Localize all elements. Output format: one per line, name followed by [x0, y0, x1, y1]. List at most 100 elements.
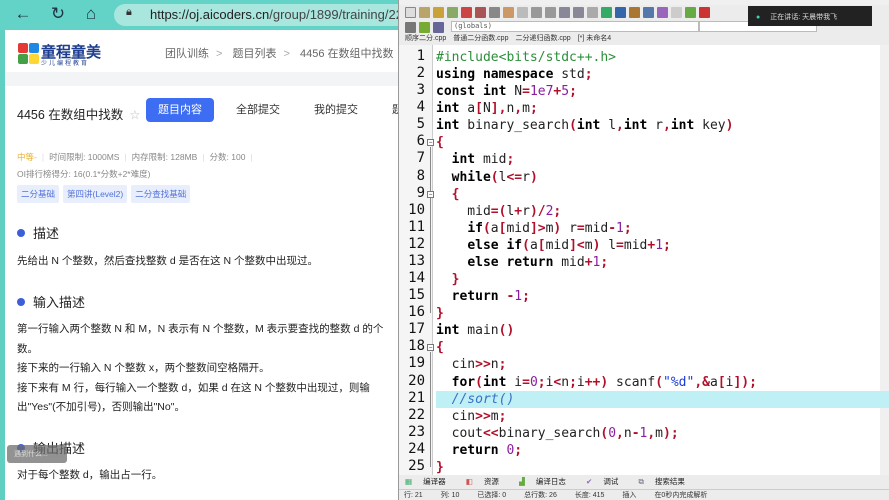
- tab-search-results[interactable]: ⧉ 搜索结果: [638, 477, 693, 486]
- new-file-icon[interactable]: [405, 6, 416, 18]
- scope-select[interactable]: (globals): [451, 21, 699, 32]
- indent-icon[interactable]: [559, 6, 570, 18]
- home-icon[interactable]: ⌂: [80, 4, 102, 24]
- code-token: ]);: [733, 374, 757, 390]
- forward-icon[interactable]: [419, 21, 430, 33]
- floating-help-button[interactable]: 遇到什么...: [7, 445, 67, 463]
- code-line[interactable]: {: [436, 339, 444, 356]
- code-token: //sort(): [451, 391, 515, 407]
- code-token: (: [569, 118, 577, 134]
- tab-resources[interactable]: ◧ 资源: [466, 477, 508, 486]
- line-number: 15: [408, 287, 425, 304]
- code-line[interactable]: int main(): [436, 322, 514, 339]
- code-token: }: [451, 272, 460, 288]
- file-tab-active[interactable]: [*] 未命名4: [578, 35, 611, 42]
- code-line[interactable]: return -1;: [436, 288, 530, 305]
- code-token: +: [514, 203, 523, 219]
- debug-icon[interactable]: [699, 6, 710, 18]
- tab-compile-log[interactable]: ▟ 编译日志: [519, 477, 575, 486]
- unindent-icon[interactable]: [573, 6, 584, 18]
- fold-toggle-icon[interactable]: −: [427, 190, 434, 198]
- stop-icon[interactable]: [671, 6, 682, 18]
- url-path: /group/1899/training/22241/p: [269, 7, 414, 22]
- scrollbar[interactable]: [880, 45, 889, 475]
- code-editor[interactable]: 1 #include<bits/stdc++.h> 2 using namespace…: [399, 45, 889, 475]
- star-icon[interactable]: ☆: [129, 108, 140, 122]
- code-line[interactable]: return 0;: [436, 442, 522, 459]
- close-all-icon[interactable]: [475, 6, 486, 18]
- code-line[interactable]: //sort(): [436, 390, 889, 408]
- code-line[interactable]: #include<bits/stdc++.h>: [436, 49, 616, 66]
- code-line[interactable]: int mid;: [436, 151, 515, 168]
- code-line[interactable]: else return mid+1;: [436, 254, 608, 271]
- fold-guide: [430, 352, 431, 467]
- tab-debug[interactable]: ✔ 调试: [586, 477, 627, 486]
- tab-problem-content[interactable]: 题目内容: [146, 98, 214, 122]
- tag[interactable]: 第四讲(Level2): [63, 185, 128, 203]
- rebuild-icon[interactable]: [643, 6, 654, 18]
- status-total-lines: 总行数: 26: [524, 492, 557, 499]
- check-icon[interactable]: [657, 6, 668, 18]
- find-icon[interactable]: [531, 6, 542, 18]
- code-token: ;: [529, 101, 538, 117]
- tab-statistics[interactable]: 题目统计: [380, 98, 400, 122]
- save-all-icon[interactable]: [447, 6, 458, 18]
- code-line[interactable]: }: [436, 271, 460, 288]
- breadcrumb-team-training[interactable]: 团队训练: [165, 48, 209, 60]
- code-token: ,: [616, 118, 624, 134]
- code-line[interactable]: cin>>m;: [436, 408, 507, 425]
- redo-icon[interactable]: [517, 6, 528, 18]
- code-line[interactable]: cin>>n;: [436, 356, 507, 373]
- code-line[interactable]: }: [436, 305, 444, 322]
- tab-all-submissions[interactable]: 全部提交: [224, 98, 292, 122]
- code-line[interactable]: if(a[mid]>m) r=mid-1;: [436, 220, 631, 237]
- code-line[interactable]: else if(a[mid]<m) l=mid+1;: [436, 237, 671, 254]
- line-number: 7: [416, 150, 425, 167]
- code-line[interactable]: while(l<=r): [436, 169, 538, 186]
- toggle-comment-icon[interactable]: [587, 6, 598, 18]
- code-token: int: [451, 152, 476, 168]
- tag[interactable]: 二分基础: [17, 185, 60, 203]
- file-tab[interactable]: 顺序二分.cpp: [405, 35, 446, 42]
- print-icon[interactable]: [489, 6, 500, 18]
- code-line[interactable]: const int N=1e7+5;: [436, 83, 577, 100]
- file-tab[interactable]: 普通二分函数.cpp: [453, 35, 508, 42]
- code-line[interactable]: using namespace std;: [436, 66, 593, 83]
- run-icon[interactable]: [615, 6, 626, 18]
- code-line[interactable]: {: [436, 186, 460, 203]
- code-line[interactable]: }: [436, 459, 444, 476]
- code-line[interactable]: int a[N],n,m;: [436, 100, 538, 117]
- address-bar[interactable]: https://oj.aicoders.cn/group/1899/traini…: [114, 4, 414, 26]
- fold-toggle-icon[interactable]: −: [427, 139, 434, 147]
- open-icon[interactable]: [419, 6, 430, 18]
- reload-icon[interactable]: ↻: [47, 4, 69, 24]
- bookmark-icon[interactable]: [433, 21, 444, 33]
- undo-icon[interactable]: [503, 6, 514, 18]
- replace-icon[interactable]: [545, 6, 556, 18]
- code-line[interactable]: for(int i=0;i<n;i++) scanf("%d",&a[i]);: [436, 374, 757, 391]
- back-icon[interactable]: ←: [12, 4, 34, 24]
- fold-toggle-icon[interactable]: −: [427, 344, 434, 352]
- tab-compiler[interactable]: ▦ 编译器: [405, 477, 455, 486]
- back-icon[interactable]: [405, 21, 416, 33]
- line-number: 24: [408, 440, 425, 457]
- code-line[interactable]: mid=(l+r)/2;: [436, 203, 561, 220]
- compile-icon[interactable]: [601, 6, 612, 18]
- logo[interactable]: 童程童美 少儿编程教育: [18, 40, 108, 68]
- tab-my-submissions[interactable]: 我的提交: [302, 98, 370, 122]
- close-icon[interactable]: [461, 6, 472, 18]
- save-icon[interactable]: [433, 6, 444, 18]
- code-token: int: [436, 118, 460, 134]
- chart-icon[interactable]: [685, 6, 696, 18]
- code-line[interactable]: cout<<binary_search(0,n-1,m);: [436, 425, 679, 442]
- tag[interactable]: 二分查找基础: [131, 185, 191, 203]
- code-line[interactable]: {: [436, 134, 444, 151]
- compile-run-icon[interactable]: [629, 6, 640, 18]
- breadcrumb-problem-list[interactable]: 题目列表: [233, 48, 277, 60]
- code-token: {: [436, 340, 444, 356]
- code-line[interactable]: int binary_search(int l,int r,int key): [436, 117, 733, 134]
- file-tab[interactable]: 二分递归函数.cpp: [515, 35, 570, 42]
